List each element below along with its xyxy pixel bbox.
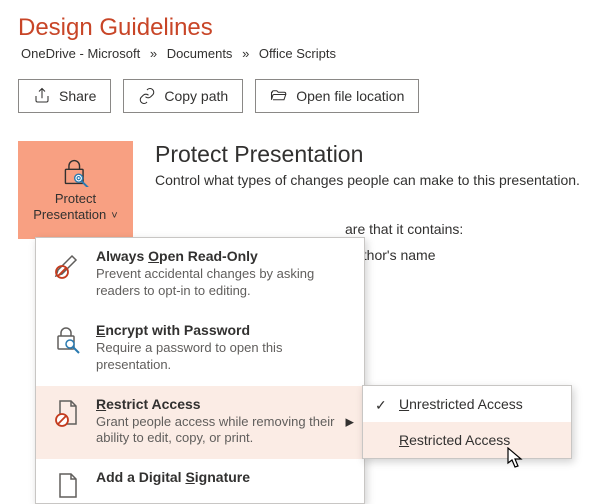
- link-icon: [138, 87, 156, 105]
- share-label: Share: [59, 88, 96, 104]
- menu-item-desc: Require a password to open this presenta…: [96, 340, 350, 374]
- open-location-button[interactable]: Open file location: [255, 79, 419, 113]
- breadcrumb-part[interactable]: OneDrive - Microsoft: [21, 46, 140, 61]
- check-icon: ✓: [375, 397, 387, 414]
- protect-label-1: Protect: [55, 191, 96, 206]
- breadcrumb-part[interactable]: Office Scripts: [259, 46, 336, 61]
- menu-item-restrict-access[interactable]: Restrict Access Grant people access whil…: [36, 386, 364, 460]
- menu-item-open-read-only[interactable]: Always Open Read-Only Prevent accidental…: [36, 238, 364, 312]
- document-no-icon: [50, 396, 84, 448]
- action-bar: Share Copy path Open file location: [18, 79, 582, 113]
- menu-item-title: Add a Digital Signature: [96, 469, 250, 485]
- protect-presentation-button[interactable]: Protect Presentation ˅: [18, 141, 133, 239]
- breadcrumb: OneDrive - Microsoft » Documents » Offic…: [18, 46, 582, 61]
- protect-menu: Always Open Read-Only Prevent accidental…: [35, 237, 365, 504]
- signature-icon: [50, 469, 84, 501]
- breadcrumb-sep: »: [150, 46, 157, 61]
- breadcrumb-part[interactable]: Documents: [167, 46, 233, 61]
- submenu-unrestricted[interactable]: ✓ Unrestricted Access: [363, 386, 571, 422]
- breadcrumb-sep: »: [242, 46, 249, 61]
- page-title: Design Guidelines: [18, 14, 582, 42]
- protect-label-2: Presentation: [33, 207, 106, 222]
- menu-item-title: Encrypt with Password: [96, 322, 350, 338]
- submenu-restricted[interactable]: Restricted Access: [363, 422, 571, 458]
- chevron-right-icon: ▶: [346, 416, 354, 429]
- pencil-no-icon: [50, 248, 84, 300]
- share-icon: [33, 87, 51, 105]
- lock-key-icon: [50, 322, 84, 374]
- section-title: Protect Presentation: [155, 141, 582, 168]
- chevron-down-icon: ˅: [108, 210, 117, 222]
- menu-item-encrypt[interactable]: Encrypt with Password Require a password…: [36, 312, 364, 386]
- restrict-access-submenu: ✓ Unrestricted Access Restricted Access: [362, 385, 572, 459]
- menu-item-title: Always Open Read-Only: [96, 248, 350, 264]
- folder-open-icon: [270, 87, 288, 105]
- menu-item-desc: Prevent accidental changes by asking rea…: [96, 266, 350, 300]
- section-subtitle: Control what types of changes people can…: [155, 172, 582, 188]
- menu-item-digital-signature[interactable]: Add a Digital Signature: [36, 459, 364, 503]
- lock-key-icon: [58, 157, 94, 187]
- copy-path-label: Copy path: [164, 88, 228, 104]
- cursor-icon: [507, 447, 525, 469]
- open-location-label: Open file location: [296, 88, 404, 104]
- copy-path-button[interactable]: Copy path: [123, 79, 243, 113]
- menu-item-desc: Grant people access while removing their…: [96, 414, 350, 448]
- share-button[interactable]: Share: [18, 79, 111, 113]
- menu-item-title: Restrict Access: [96, 396, 350, 412]
